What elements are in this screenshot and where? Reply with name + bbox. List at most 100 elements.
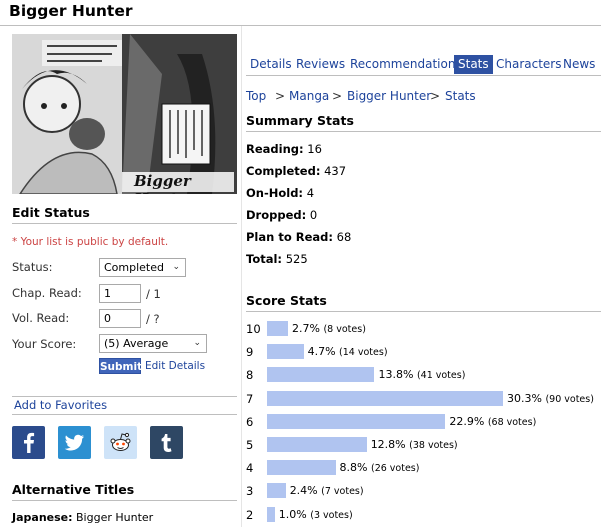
facebook-share-button[interactable] xyxy=(12,426,45,459)
score-value-label: 3 xyxy=(246,484,254,499)
summary-stat-key: Total: xyxy=(246,252,283,266)
score-bar xyxy=(267,344,304,360)
tab-reviews[interactable]: Reviews xyxy=(296,55,345,74)
reddit-share-button[interactable] xyxy=(104,426,137,459)
summary-stat-row: Completed: 437 xyxy=(246,164,346,178)
score-percent: 8.8% xyxy=(339,461,368,475)
score-bar-label: 2.4% (7 votes) xyxy=(290,484,364,497)
breadcrumb-title[interactable]: Bigger Hunter xyxy=(347,89,431,103)
breadcrumb-manga[interactable]: Manga xyxy=(289,89,329,103)
japanese-title-key: Japanese: xyxy=(12,511,73,524)
summary-stat-key: Reading: xyxy=(246,142,304,156)
summary-stat-key: Completed: xyxy=(246,164,321,178)
score-bar xyxy=(267,321,289,336)
cover-image[interactable]: Bigger Hunter xyxy=(12,34,237,194)
score-votes: (68 votes) xyxy=(487,416,537,428)
score-value-label: 8 xyxy=(246,368,254,383)
breadcrumb-top[interactable]: Top xyxy=(246,89,266,103)
score-percent: 12.8% xyxy=(370,438,406,451)
edit-status-heading: Edit Status xyxy=(12,205,237,224)
status-select[interactable]: Completed ⌄ xyxy=(99,258,186,277)
score-votes: (3 votes) xyxy=(310,509,353,521)
score-value-label: 5 xyxy=(246,438,254,452)
score-votes: (8 votes) xyxy=(323,324,366,335)
edit-details-link[interactable]: Edit Details xyxy=(145,360,205,372)
score-value-label: 7 xyxy=(246,391,254,406)
japanese-title-row: Japanese: Bigger Hunter xyxy=(12,511,153,524)
score-value-label: 10 xyxy=(246,322,261,336)
tumblr-icon xyxy=(161,434,172,452)
volumes-read-input[interactable]: 0 xyxy=(99,309,141,328)
summary-stat-key: Dropped: xyxy=(246,208,307,222)
score-votes: (90 votes) xyxy=(545,393,594,405)
chapters-read-input[interactable]: 1 xyxy=(99,284,141,303)
tab-details[interactable]: Details xyxy=(250,55,292,74)
summary-stat-row: On-Hold: 4 xyxy=(246,186,314,200)
score-percent: 2.7% xyxy=(292,322,320,335)
score-bar xyxy=(267,413,446,429)
tumblr-share-button[interactable] xyxy=(150,426,183,459)
tabs-underline xyxy=(246,75,601,76)
score-bar-label: 22.9% (68 votes) xyxy=(449,415,536,428)
japanese-title-value: Bigger Hunter xyxy=(76,511,154,524)
score-bar xyxy=(267,460,336,476)
status-select-value: Completed xyxy=(104,261,164,274)
column-divider xyxy=(241,26,242,527)
score-bar-label: 12.8% (38 votes) xyxy=(371,438,458,451)
twitter-icon xyxy=(64,434,84,451)
breadcrumb-separator: > xyxy=(430,89,441,103)
tab-characters[interactable]: Characters xyxy=(496,55,562,74)
submit-button[interactable]: Submit xyxy=(99,358,142,374)
page-title: Bigger Hunter xyxy=(9,2,133,20)
reddit-icon xyxy=(110,432,131,451)
facebook-icon xyxy=(24,432,35,453)
score-votes: (38 votes) xyxy=(409,440,458,451)
chevron-down-icon: ⌄ xyxy=(172,262,180,272)
summary-stat-row: Dropped: 0 xyxy=(246,208,317,222)
chapters-read-label: Chap. Read: xyxy=(12,286,82,300)
summary-stat-value: 437 xyxy=(324,164,347,178)
score-percent: 4.7% xyxy=(307,345,336,359)
score-value-label: 4 xyxy=(246,461,254,476)
summary-stat-row: Plan to Read: 68 xyxy=(246,230,351,244)
summary-stat-key: Plan to Read: xyxy=(246,230,333,244)
your-score-label: Your Score: xyxy=(12,337,77,351)
alternative-titles-heading: Alternative Titles xyxy=(12,482,237,501)
score-stats-heading: Score Stats xyxy=(246,293,601,312)
score-bar-label: 2.7% (8 votes) xyxy=(292,322,366,335)
score-percent: 13.8% xyxy=(378,368,414,382)
score-percent: 1.0% xyxy=(278,507,307,521)
score-value-label: 9 xyxy=(246,345,254,360)
score-percent: 30.3% xyxy=(507,391,542,405)
volumes-total: / ? xyxy=(146,312,160,326)
summary-stat-value: 16 xyxy=(307,142,322,156)
summary-stat-row: Reading: 16 xyxy=(246,142,322,156)
tab-stats[interactable]: Stats xyxy=(454,55,493,74)
public-list-notice: * Your list is public by default. xyxy=(12,236,169,248)
score-bar xyxy=(267,390,503,406)
score-bar-label: 1.0% (3 votes) xyxy=(279,508,353,521)
score-bar-label: 30.3% (90 votes) xyxy=(507,392,594,405)
score-votes: (14 votes) xyxy=(339,347,388,359)
score-bar-label: 13.8% (41 votes) xyxy=(378,368,465,381)
score-votes: (7 votes) xyxy=(321,486,364,498)
score-percent: 2.4% xyxy=(289,484,318,498)
volumes-read-label: Vol. Read: xyxy=(12,311,70,325)
breadcrumb-stats[interactable]: Stats xyxy=(445,89,476,103)
score-select[interactable]: (5) Average ⌄ xyxy=(99,334,207,353)
add-to-favorites-link[interactable]: Add to Favorites xyxy=(12,396,237,415)
score-select-value: (5) Average xyxy=(104,337,169,350)
title-bar: Bigger Hunter xyxy=(0,0,601,26)
score-value-label: 2 xyxy=(246,507,254,522)
summary-stat-value: 0 xyxy=(309,208,318,222)
score-percent: 22.9% xyxy=(449,414,485,428)
twitter-share-button[interactable] xyxy=(58,426,91,459)
tab-recommendations[interactable]: Recommendations xyxy=(350,55,462,74)
breadcrumb-separator: > xyxy=(332,89,343,103)
summary-stat-key: On-Hold: xyxy=(246,186,304,200)
score-bar-label: 4.7% (14 votes) xyxy=(308,345,388,358)
cover-illustration xyxy=(12,34,237,194)
score-bar xyxy=(267,506,275,522)
score-votes: (41 votes) xyxy=(416,370,466,382)
tab-news[interactable]: News xyxy=(563,55,595,74)
